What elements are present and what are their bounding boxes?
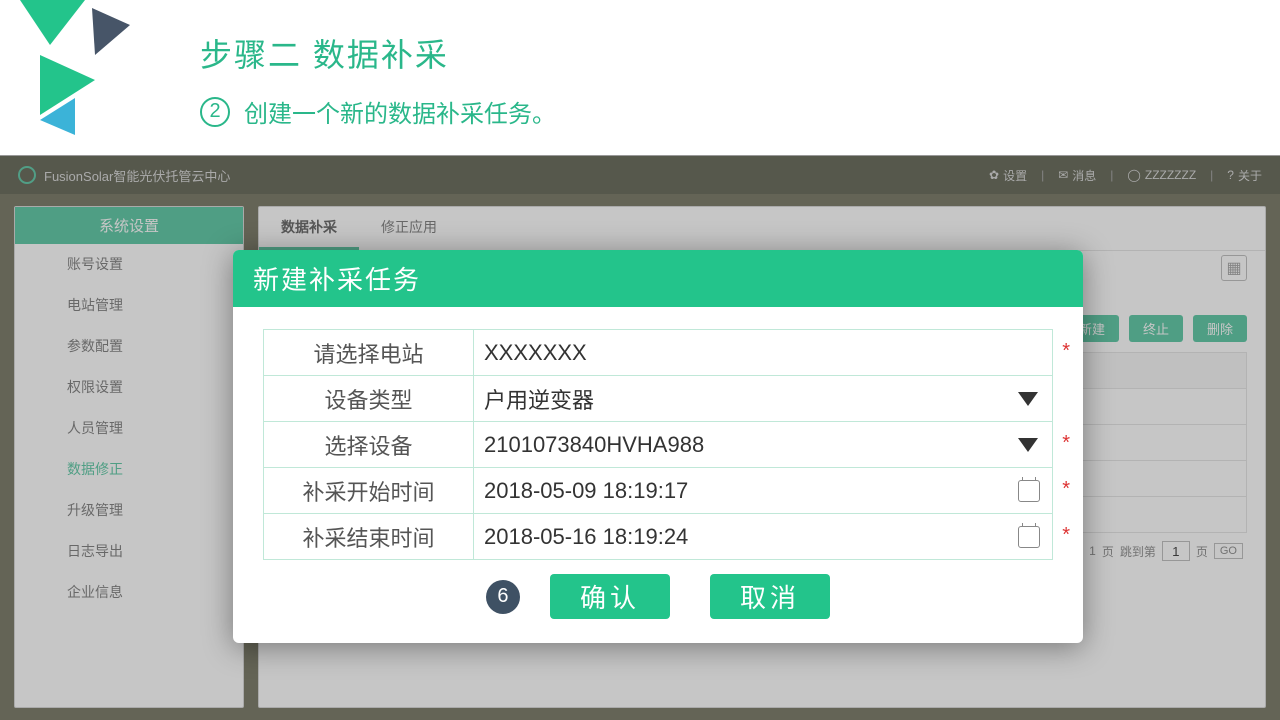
- sidebar: 系统设置 账号设置 电站管理 参数配置 权限设置 人员管理 数据修正 升级管理 …: [14, 206, 244, 708]
- required-mark: *: [1062, 524, 1070, 547]
- sidebar-item-params[interactable]: 参数配置: [15, 326, 243, 367]
- sidebar-item-log[interactable]: 日志导出: [15, 531, 243, 572]
- tab-correction-apply[interactable]: 修正应用: [359, 207, 459, 250]
- label-start-time: 补采开始时间: [264, 468, 474, 514]
- device-select[interactable]: [474, 428, 1004, 462]
- sidebar-item-personnel[interactable]: 人员管理: [15, 408, 243, 449]
- chevron-down-icon: [1018, 438, 1038, 452]
- device-type-select[interactable]: [474, 382, 1004, 416]
- confirm-button[interactable]: 确认: [550, 574, 670, 619]
- required-mark: *: [1062, 340, 1070, 363]
- sidebar-item-account[interactable]: 账号设置: [15, 244, 243, 285]
- sidebar-item-permission[interactable]: 权限设置: [15, 367, 243, 408]
- sidebar-item-plant[interactable]: 电站管理: [15, 285, 243, 326]
- product-logo-icon: [18, 166, 36, 184]
- step-subtitle: 创建一个新的数据补采任务。: [244, 94, 556, 129]
- calendar-icon[interactable]: [1018, 480, 1040, 502]
- settings-link[interactable]: ✿ 设置: [989, 167, 1027, 184]
- required-mark: *: [1062, 478, 1070, 501]
- step-number-icon: 2: [200, 97, 230, 127]
- sidebar-item-enterprise[interactable]: 企业信息: [15, 572, 243, 613]
- start-time-input[interactable]: [474, 474, 1006, 508]
- step-title: 步骤二 数据补采: [200, 30, 1280, 76]
- about-link[interactable]: ? 关于: [1227, 167, 1262, 184]
- app-topbar: FusionSolar智能光伏托管云中心 ✿ 设置| ✉ 消息| ◯ ZZZZZ…: [0, 156, 1280, 194]
- end-time-input[interactable]: [474, 520, 1006, 554]
- product-title: FusionSolar智能光伏托管云中心: [44, 166, 230, 185]
- messages-link[interactable]: ✉ 消息: [1058, 167, 1096, 184]
- pager-input[interactable]: [1162, 541, 1190, 561]
- new-task-modal: 新建补采任务 请选择电站 * 1 设备类型 2 选择设备: [233, 250, 1083, 643]
- pager-go-button[interactable]: GO: [1214, 543, 1243, 559]
- label-end-time: 补采结束时间: [264, 514, 474, 560]
- sidebar-item-datafix[interactable]: 数据修正: [15, 449, 243, 490]
- sidebar-header: 系统设置: [15, 207, 243, 244]
- date-picker-icon[interactable]: ▦: [1221, 255, 1247, 281]
- slide-logo: [0, 0, 160, 140]
- cancel-button[interactable]: 取消: [710, 574, 830, 619]
- label-plant: 请选择电站: [264, 330, 474, 376]
- tab-data-replenish[interactable]: 数据补采: [259, 207, 359, 250]
- label-device-type: 设备类型: [264, 376, 474, 422]
- calendar-icon[interactable]: [1018, 526, 1040, 548]
- callout-6: 6: [486, 580, 520, 614]
- chevron-down-icon: [1018, 392, 1038, 406]
- user-link[interactable]: ◯ ZZZZZZZ: [1127, 168, 1196, 182]
- required-mark: *: [1062, 432, 1070, 455]
- modal-title: 新建补采任务: [233, 250, 1083, 307]
- sidebar-item-upgrade[interactable]: 升级管理: [15, 490, 243, 531]
- label-device: 选择设备: [264, 422, 474, 468]
- delete-button[interactable]: 删除: [1193, 315, 1247, 342]
- plant-input[interactable]: [474, 336, 1052, 370]
- stop-button[interactable]: 终止: [1129, 315, 1183, 342]
